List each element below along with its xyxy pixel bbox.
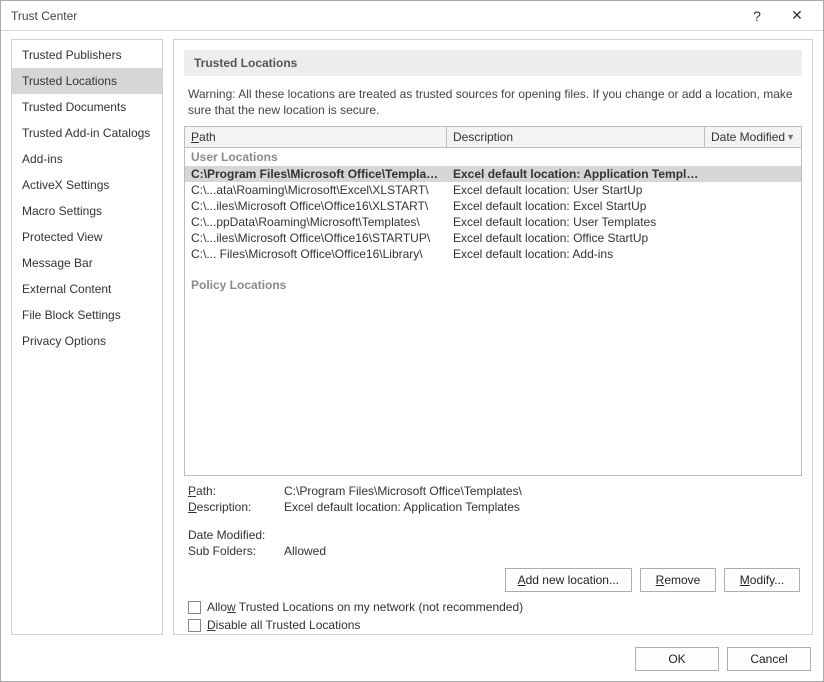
- allow-network-checkbox[interactable]: [188, 601, 201, 614]
- detail-path-value: C:\Program Files\Microsoft Office\Templa…: [284, 484, 798, 498]
- cell-description: Excel default location: User Templates: [447, 214, 705, 230]
- cell-date: [705, 182, 801, 198]
- detail-description-label: Description:: [188, 500, 284, 514]
- allow-network-label: Allow Trusted Locations on my network (n…: [207, 600, 523, 614]
- disable-all-checkbox[interactable]: [188, 619, 201, 632]
- detail-subfolders-value: Allowed: [284, 544, 798, 558]
- cell-description: Excel default location: Excel StartUp: [447, 198, 705, 214]
- sidebar-item-trusted-publishers[interactable]: Trusted Publishers: [12, 42, 162, 68]
- allow-network-row[interactable]: Allow Trusted Locations on my network (n…: [188, 600, 798, 614]
- cell-path: C:\Program Files\Microsoft Office\Templa…: [185, 166, 447, 182]
- cell-description: Excel default location: Application Temp…: [447, 166, 705, 182]
- group-user-locations: User Locations: [185, 148, 801, 166]
- help-button[interactable]: ?: [737, 2, 777, 30]
- cell-date: [705, 166, 801, 182]
- disable-all-row[interactable]: Disable all Trusted Locations: [188, 618, 798, 632]
- dialog-body: Trusted Publishers Trusted Locations Tru…: [1, 31, 823, 639]
- group-policy-locations: Policy Locations: [185, 276, 801, 294]
- locations-grid: Path Description Date Modified ▼ User Lo…: [184, 126, 802, 476]
- close-button[interactable]: ✕: [777, 2, 817, 30]
- column-header-description[interactable]: Description: [447, 127, 705, 147]
- details-pane: Path: C:\Program Files\Microsoft Office\…: [188, 484, 798, 558]
- table-row[interactable]: C:\...iles\Microsoft Office\Office16\XLS…: [185, 198, 801, 214]
- cancel-button[interactable]: Cancel: [727, 647, 811, 671]
- detail-path-label: Path:: [188, 484, 284, 498]
- main-panel: Trusted Locations Warning: All these loc…: [173, 39, 813, 635]
- cell-path: C:\...iles\Microsoft Office\Office16\XLS…: [185, 198, 447, 214]
- dialog-footer: OK Cancel: [1, 639, 823, 681]
- window-title: Trust Center: [11, 9, 737, 23]
- column-header-path[interactable]: Path: [185, 127, 447, 147]
- detail-subfolders-label: Sub Folders:: [188, 544, 284, 558]
- sidebar-item-trusted-locations[interactable]: Trusted Locations: [12, 68, 162, 94]
- remove-button[interactable]: Remove: [640, 568, 716, 592]
- grid-header: Path Description Date Modified ▼: [185, 127, 801, 148]
- cell-description: Excel default location: Office StartUp: [447, 230, 705, 246]
- cell-path: C:\...ata\Roaming\Microsoft\Excel\XLSTAR…: [185, 182, 447, 198]
- column-header-date-modified[interactable]: Date Modified ▼: [705, 127, 801, 147]
- sidebar-item-protected-view[interactable]: Protected View: [12, 224, 162, 250]
- table-row[interactable]: C:\...ata\Roaming\Microsoft\Excel\XLSTAR…: [185, 182, 801, 198]
- disable-all-label: Disable all Trusted Locations: [207, 618, 360, 632]
- table-row[interactable]: C:\...iles\Microsoft Office\Office16\STA…: [185, 230, 801, 246]
- column-header-date-label: Date Modified: [711, 130, 785, 144]
- cell-date: [705, 230, 801, 246]
- grid-body[interactable]: User Locations C:\Program Files\Microsof…: [185, 148, 801, 475]
- sort-indicator-icon: ▼: [786, 132, 795, 142]
- table-row[interactable]: C:\Program Files\Microsoft Office\Templa…: [185, 166, 801, 182]
- warning-text: Warning: All these locations are treated…: [188, 86, 798, 118]
- sidebar-item-external-content[interactable]: External Content: [12, 276, 162, 302]
- cell-date: [705, 246, 801, 262]
- cell-date: [705, 198, 801, 214]
- table-row[interactable]: C:\... Files\Microsoft Office\Office16\L…: [185, 246, 801, 262]
- add-new-location-button[interactable]: Add new location...: [505, 568, 632, 592]
- table-row[interactable]: C:\...ppData\Roaming\Microsoft\Templates…: [185, 214, 801, 230]
- titlebar: Trust Center ? ✕: [1, 1, 823, 31]
- modify-button[interactable]: Modify...: [724, 568, 800, 592]
- cell-description: Excel default location: Add-ins: [447, 246, 705, 262]
- section-heading: Trusted Locations: [184, 50, 802, 76]
- sidebar-item-file-block-settings[interactable]: File Block Settings: [12, 302, 162, 328]
- sidebar-item-trusted-addin-catalogs[interactable]: Trusted Add-in Catalogs: [12, 120, 162, 146]
- detail-description-value: Excel default location: Application Temp…: [284, 500, 798, 514]
- sidebar-item-trusted-documents[interactable]: Trusted Documents: [12, 94, 162, 120]
- sidebar-item-privacy-options[interactable]: Privacy Options: [12, 328, 162, 354]
- cell-description: Excel default location: User StartUp: [447, 182, 705, 198]
- sidebar-item-message-bar[interactable]: Message Bar: [12, 250, 162, 276]
- ok-button[interactable]: OK: [635, 647, 719, 671]
- sidebar-item-addins[interactable]: Add-ins: [12, 146, 162, 172]
- cell-date: [705, 214, 801, 230]
- detail-date-label: Date Modified:: [188, 528, 284, 542]
- cell-path: C:\...ppData\Roaming\Microsoft\Templates…: [185, 214, 447, 230]
- location-actions: Add new location... Remove Modify...: [186, 568, 800, 592]
- cell-path: C:\... Files\Microsoft Office\Office16\L…: [185, 246, 447, 262]
- sidebar-item-macro-settings[interactable]: Macro Settings: [12, 198, 162, 224]
- cell-path: C:\...iles\Microsoft Office\Office16\STA…: [185, 230, 447, 246]
- sidebar-item-activex-settings[interactable]: ActiveX Settings: [12, 172, 162, 198]
- detail-date-value: [284, 528, 798, 542]
- category-sidebar: Trusted Publishers Trusted Locations Tru…: [11, 39, 163, 635]
